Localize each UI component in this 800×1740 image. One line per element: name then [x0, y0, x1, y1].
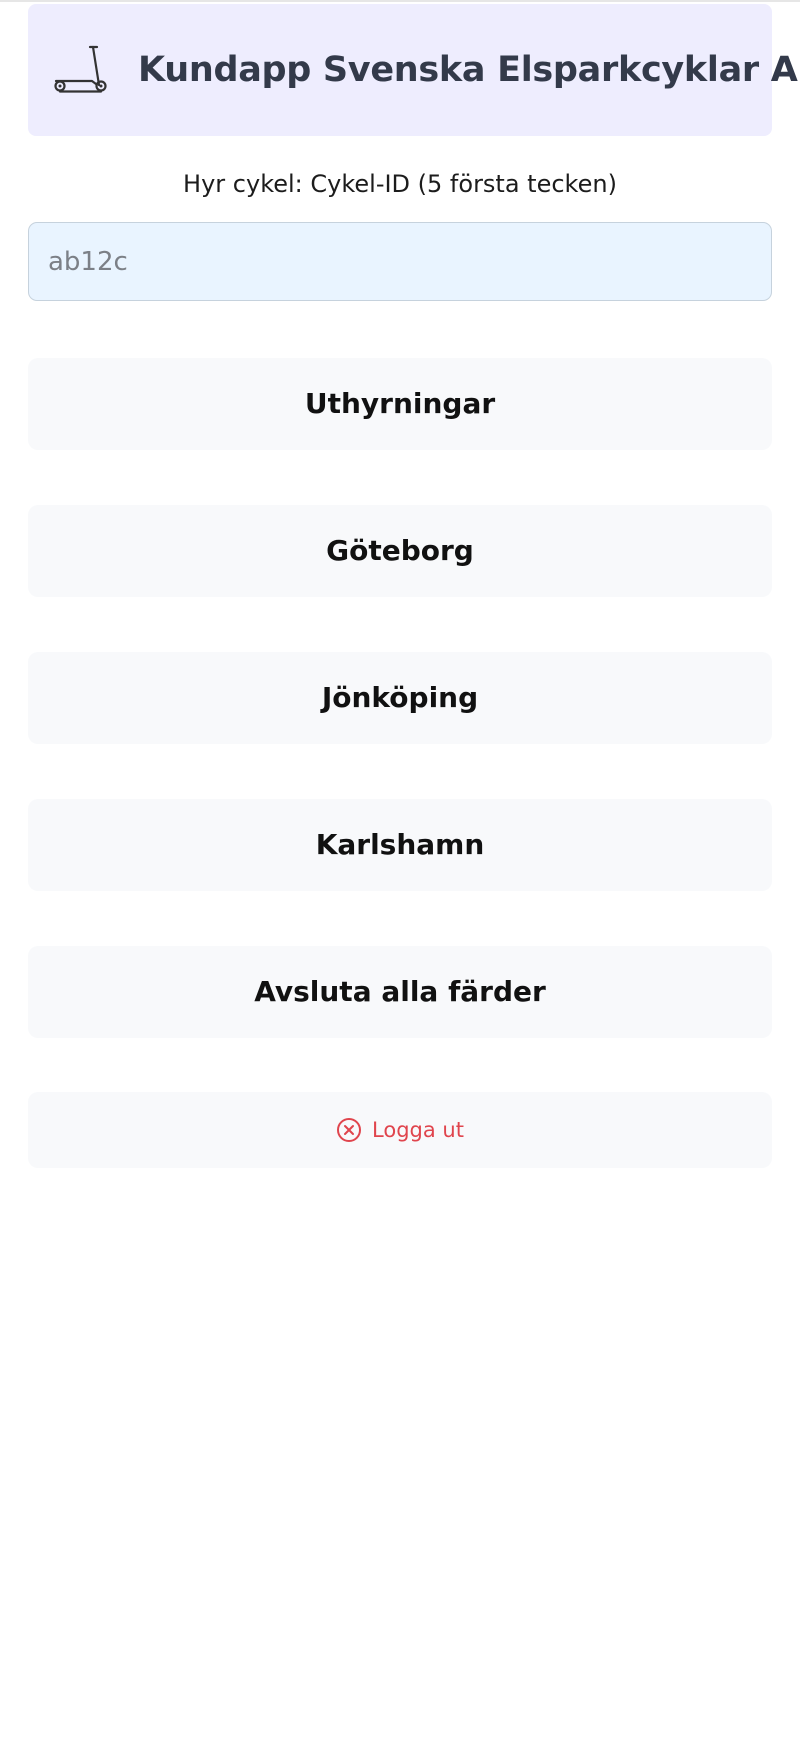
city-jonkoping-button[interactable]: Jönköping [28, 652, 772, 744]
logout-label: Logga ut [372, 1118, 464, 1142]
app-page: Kundapp Svenska Elsparkcyklar AB Hyr cyk… [0, 0, 800, 1740]
logout-button[interactable]: Logga ut [28, 1092, 772, 1168]
end-all-rides-button[interactable]: Avsluta alla färder [28, 946, 772, 1038]
close-circle-icon [336, 1117, 362, 1143]
city-goteborg-button[interactable]: Göteborg [28, 505, 772, 597]
app-header: Kundapp Svenska Elsparkcyklar AB [28, 4, 800, 136]
city-karlshamn-button[interactable]: Karlshamn [28, 799, 772, 891]
rentals-button[interactable]: Uthyrningar [28, 358, 772, 450]
scooter-icon [52, 44, 110, 96]
app-title: Kundapp Svenska Elsparkcyklar AB [138, 50, 800, 90]
bike-id-input[interactable] [28, 222, 772, 301]
rent-bike-label: Hyr cykel: Cykel-ID (5 första tecken) [183, 170, 617, 198]
